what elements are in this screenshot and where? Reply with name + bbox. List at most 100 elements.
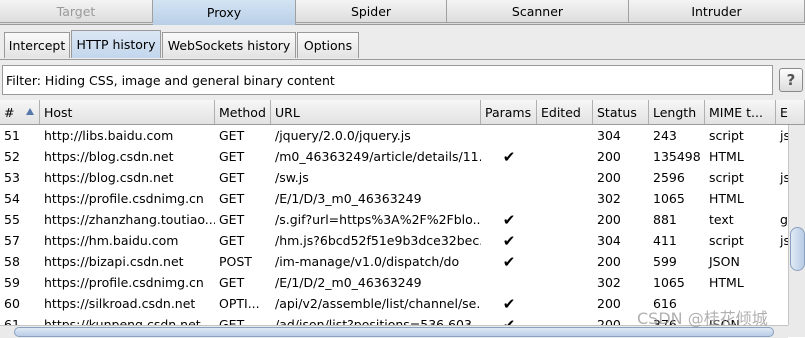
cell-method: GET [219,275,245,290]
tab-target[interactable]: Target [0,0,153,23]
table-row[interactable]: 59 https://profile.csdnimg.cn GET/E/1/D/2_… [0,272,788,293]
cell-status: 304 [597,128,621,143]
cell-length: 243 [653,128,677,143]
cell-method: GET [219,128,245,143]
cell-host: http://libs.baidu.com [44,128,174,143]
cell-number: 55 [4,212,20,227]
col-number-header[interactable]: # [0,100,40,124]
cell-url: /m0_46363249/article/details/11... [275,149,481,164]
cell-number: 51 [4,128,20,143]
column-header-label: MIME t... [709,104,763,120]
cell-method: GET [219,233,245,248]
cell-method: GET [219,170,245,185]
params-check-icon: ✔ [502,147,516,166]
vertical-scroll-thumb[interactable] [790,227,805,271]
cell-host: https://profile.csdnimg.cn [44,191,204,206]
tab-websockets-history[interactable]: WebSockets history [162,32,296,58]
table-row[interactable]: 57 https://hm.baidu.com GET/hm.js?6bcd52f5… [0,230,790,251]
scrollbar-corner [788,325,805,337]
cell-edited [537,251,593,272]
cell-edited [537,230,593,251]
params-check-icon: ✔ [502,294,516,313]
proxy-sub-tab-bar: Intercept HTTP history WebSockets histor… [0,25,805,60]
cell-edited [537,293,593,314]
tab-spider[interactable]: Spider [296,0,447,23]
cell-method: GET [219,149,245,164]
table-row[interactable]: 51 http://libs.baidu.com GET/jquery/2.0.0/… [0,125,790,146]
cell-mime-type: text [709,212,734,227]
cell-params [481,272,537,293]
cell-status: 302 [597,191,621,206]
cell-params [481,125,537,146]
tab-scanner[interactable]: Scanner [447,0,629,23]
cell-edited [537,188,593,209]
cell-host: https://zhanzhang.toutiao.... [44,212,215,227]
cell-url: /s.gif?url=https%3A%2F%2Fblo... [275,212,481,227]
table-row[interactable]: 55 https://zhanzhang.toutiao.... GET/s.gif… [0,209,791,230]
cell-edited [537,209,593,230]
column-header-label: # [4,104,15,120]
filter-area: Filter: Hiding CSS, image and general bi… [0,60,805,100]
vertical-scrollbar[interactable] [788,125,805,325]
cell-status: 200 [597,170,621,185]
cell-host: https://hm.baidu.com [44,233,179,248]
col-length-header[interactable]: Length [649,100,705,124]
column-header-label: Status [597,104,637,120]
filter-bar[interactable]: Filter: Hiding CSS, image and general bi… [2,65,773,95]
cell-method: GET [219,212,245,227]
cell-number: 53 [4,170,20,185]
cell-length: 1065 [653,191,685,206]
cell-url: /im-manage/v1.0/dispatch/do [275,254,460,269]
cell-url: /api/v2/assemble/list/channel/se... [275,296,481,311]
column-header-label: Params [485,104,532,120]
column-header-label: Edited [541,104,581,120]
cell-length: 411 [653,233,677,248]
table-row[interactable]: 52 https://blog.csdn.net GET/m0_46363249/a… [0,146,788,167]
table-row[interactable]: 53 https://blog.csdn.net GET/sw.js 200 2596 s… [0,167,790,188]
column-header-label: Host [44,104,73,120]
params-check-icon: ✔ [502,231,516,250]
col-params-header[interactable]: Params [481,100,537,124]
cell-edited [537,167,593,188]
cell-number: 52 [4,149,20,164]
cell-mime-type: script [709,233,744,248]
column-header-label: URL [275,104,300,120]
cell-edited [537,146,593,167]
cell-params [481,167,537,188]
cell-mime-type: HTML [709,275,744,290]
col-url-header[interactable]: URL [271,100,481,124]
cell-number: 60 [4,296,20,311]
cell-url: /jquery/2.0.0/jquery.js [275,128,411,143]
cell-edited [537,125,593,146]
cell-status: 302 [597,275,621,290]
main-tab-bar: Target Proxy Spider Scanner Intruder [0,0,805,25]
table-row[interactable]: 58 https://bizapi.csdn.net POST/im-manage/… [0,251,788,272]
cell-status: 200 [597,212,621,227]
tab-intercept[interactable]: Intercept [4,32,70,58]
cell-mime-type: JSON [709,254,740,269]
cell-length: 881 [653,212,677,227]
tab-http-history[interactable]: HTTP history [71,30,161,58]
cell-host: https://silkroad.csdn.net [44,296,196,311]
col-method-header[interactable]: Method [215,100,271,124]
cell-length: 599 [653,254,677,269]
cell-edited [537,272,593,293]
cell-mime-type: script [709,128,744,143]
cell-host: https://blog.csdn.net [44,149,174,164]
cell-url: /E/1/D/3_m0_46363249 [275,191,422,206]
http-history-table: # Host Method URL Params Edited Status Length MI… [0,100,805,337]
help-button[interactable]: ? [779,68,803,92]
table-header: # Host Method URL Params Edited Status Length MI… [0,100,805,125]
col-host-header[interactable]: Host [40,100,215,124]
col-extension-header[interactable]: E [776,100,805,124]
col-status-header[interactable]: Status [593,100,649,124]
cell-number: 59 [4,275,20,290]
col-mime-type-header[interactable]: MIME t... [705,100,776,124]
col-edited-header[interactable]: Edited [537,100,593,124]
cell-status: 200 [597,254,621,269]
tab-intruder[interactable]: Intruder [629,0,805,23]
tab-proxy[interactable]: Proxy [153,0,296,25]
table-row[interactable]: 54 https://profile.csdnimg.cn GET/E/1/D/3_… [0,188,788,209]
cell-number: 58 [4,254,20,269]
tab-options[interactable]: Options [297,32,359,58]
